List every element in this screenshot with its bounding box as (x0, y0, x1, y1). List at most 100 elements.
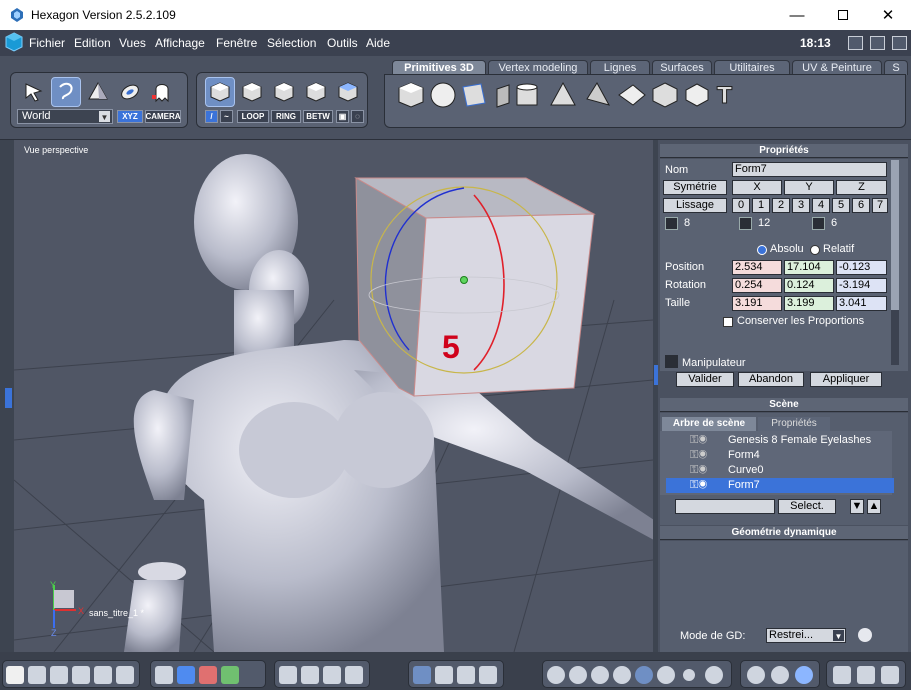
tab-more[interactable]: S (884, 60, 908, 75)
render-region-icon[interactable] (771, 666, 789, 684)
rotation-x-field[interactable]: 0.254 (732, 278, 782, 293)
auto-mode-button[interactable] (333, 77, 363, 107)
smoothing-2[interactable]: 2 (772, 198, 790, 213)
camera-toggle[interactable]: CAMERA (145, 110, 181, 123)
smoothing-4[interactable]: 4 (812, 198, 830, 213)
scene-item[interactable]: ⚿◉ Curve0 (666, 463, 894, 478)
grid-xy-icon[interactable] (199, 666, 217, 684)
menu-edition[interactable]: Edition (74, 36, 111, 50)
texture-shade-icon[interactable] (635, 666, 653, 684)
tab-scene-props[interactable]: Propriétés (758, 417, 830, 431)
menu-vues[interactable]: Vues (119, 36, 146, 50)
layout-split-icon[interactable] (50, 666, 68, 684)
app-restore-button[interactable] (870, 36, 885, 50)
layout-triple-icon[interactable] (72, 666, 90, 684)
light-small-icon[interactable] (683, 669, 695, 681)
pyramid-primitive-icon[interactable] (586, 82, 611, 106)
properties-scrollbar[interactable] (891, 160, 899, 365)
dodecahedron-icon[interactable] (652, 82, 678, 108)
shrink-icon[interactable]: ◌ (351, 110, 364, 123)
apply-button[interactable]: Appliquer (810, 372, 882, 387)
zoom-icon[interactable] (323, 666, 341, 684)
scroll-up-icon[interactable]: ▲ (867, 499, 881, 514)
cylinder-primitive-icon[interactable] (516, 83, 538, 106)
edge-select-button[interactable] (115, 77, 145, 107)
render-settings-icon[interactable] (795, 666, 813, 684)
light-icon[interactable] (705, 666, 723, 684)
gd-mode-select[interactable]: Restrei... ▼ (766, 628, 846, 643)
menu-outils[interactable]: Outils (327, 36, 358, 50)
fit-view-icon[interactable] (279, 666, 297, 684)
layout-single-icon[interactable] (28, 666, 46, 684)
betw-button[interactable]: BETW (303, 110, 333, 123)
plane-primitive-icon[interactable] (462, 83, 486, 107)
gd-sphere-icon[interactable] (858, 628, 872, 642)
rotate-icon[interactable] (457, 666, 475, 684)
rotation-z-field[interactable]: -3.194 (836, 278, 887, 293)
scene-item[interactable]: ⚿◉ Genesis 8 Female Eyelashes (666, 433, 894, 448)
smooth-shade-icon[interactable] (591, 666, 609, 684)
scene-item-selected[interactable]: ⚿◉ Form7 (666, 478, 894, 493)
layout-horizontal-icon[interactable] (116, 666, 134, 684)
menu-fichier[interactable]: Fichier (29, 36, 65, 50)
cube-form7[interactable] (354, 177, 596, 397)
minimize-button[interactable]: — (774, 0, 820, 30)
size-x-field[interactable]: 3.191 (732, 296, 782, 311)
face-mode-button[interactable] (237, 77, 267, 107)
grid-yz-icon[interactable] (221, 666, 239, 684)
hexagon-cube-icon[interactable] (4, 32, 24, 52)
symmetry-button[interactable]: Symétrie (663, 180, 727, 195)
menu-aide[interactable]: Aide (366, 36, 390, 50)
export-icon[interactable] (833, 666, 851, 684)
select-tool-button[interactable] (19, 77, 49, 107)
smoothing-1[interactable]: 1 (752, 198, 770, 213)
sphere-primitive-icon[interactable] (430, 82, 456, 108)
cone-primitive-icon[interactable] (550, 81, 576, 106)
menu-selection[interactable]: Sélection (267, 36, 316, 50)
smoothing-0[interactable]: 0 (732, 198, 750, 213)
maximize-button[interactable] (820, 0, 866, 30)
sym-z-button[interactable]: Z (836, 180, 887, 195)
left-collapse-handle[interactable] (5, 388, 12, 408)
ghost-select-button[interactable] (147, 77, 177, 107)
tab-surfaces[interactable]: Surfaces (652, 60, 712, 75)
tab-utilitaires[interactable]: Utilitaires (714, 60, 790, 75)
daz-icon[interactable] (881, 666, 899, 684)
menu-affichage[interactable]: Affichage (155, 36, 205, 50)
keep-proportions-checkbox[interactable] (723, 317, 733, 327)
position-y-field[interactable]: 17.104 (784, 260, 834, 275)
relative-radio[interactable] (810, 245, 820, 255)
ring-button[interactable]: RING (271, 110, 301, 123)
app-minimize-button[interactable] (848, 36, 863, 50)
flat-shade-icon[interactable] (569, 666, 587, 684)
abandon-button[interactable]: Abandon (738, 372, 804, 387)
xray-icon[interactable] (657, 666, 675, 684)
grow-icon[interactable]: ▣ (336, 110, 349, 123)
smoothing-button[interactable]: Lissage (663, 198, 727, 213)
tab-vertex-modeling[interactable]: Vertex modeling (488, 60, 588, 75)
app-close-button[interactable] (892, 36, 907, 50)
scene-item[interactable]: ⚿◉ Form4 (666, 448, 894, 463)
paint-select-icon[interactable]: ~ (220, 110, 233, 123)
cube-primitive-icon[interactable] (398, 82, 424, 108)
sym-x-button[interactable]: X (732, 180, 782, 195)
smoothing-5[interactable]: 5 (832, 198, 850, 213)
tab-primitives-3d[interactable]: Primitives 3D (392, 60, 486, 75)
validate-button[interactable]: Valider (676, 372, 734, 387)
bridge-icon[interactable] (857, 666, 875, 684)
close-button[interactable]: ✕ (865, 0, 911, 30)
scroll-down-icon[interactable]: ▼ (850, 499, 864, 514)
move-icon[interactable] (435, 666, 453, 684)
rotation-y-field[interactable]: 0.124 (784, 278, 834, 293)
shade-wire-icon[interactable] (613, 666, 631, 684)
universal-manipulator-icon[interactable] (413, 666, 431, 684)
position-z-field[interactable]: -0.123 (836, 260, 887, 275)
xyz-toggle[interactable]: XYZ (117, 110, 143, 123)
tab-uv-peinture[interactable]: UV & Peinture (792, 60, 882, 75)
loop-button[interactable]: LOOP (237, 110, 269, 123)
text-primitive-icon[interactable]: T (717, 84, 733, 110)
right-collapse-handle[interactable] (654, 365, 658, 385)
position-x-field[interactable]: 2.534 (732, 260, 782, 275)
layout-vertical-icon[interactable] (94, 666, 112, 684)
grid-icon[interactable] (155, 666, 173, 684)
